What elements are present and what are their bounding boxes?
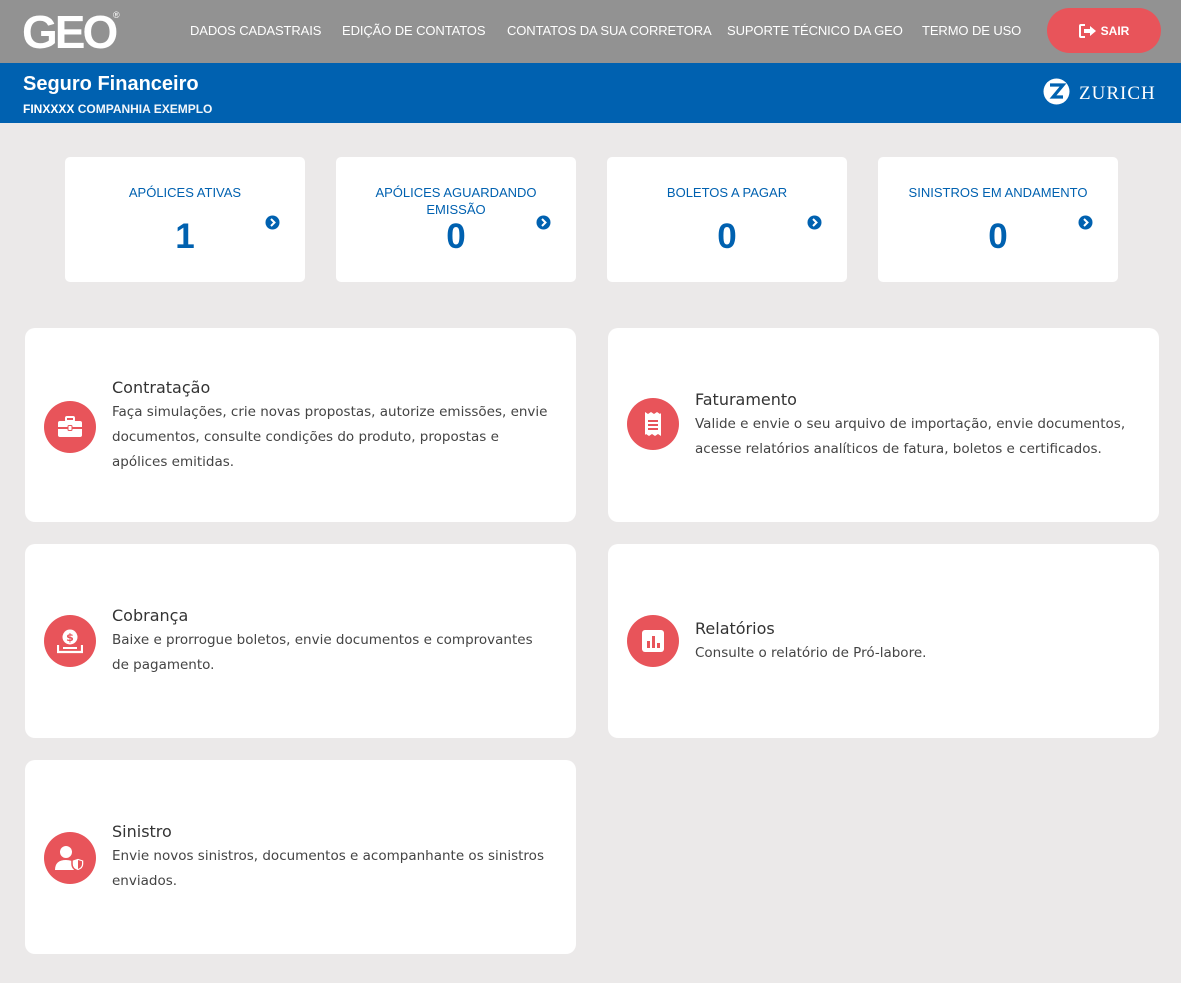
product-code: FINXXXX <box>23 102 75 116</box>
chevron-right-icon[interactable] <box>807 215 822 230</box>
logo-text: GEO <box>22 6 116 54</box>
feature-title: Cobrança <box>112 606 189 625</box>
feature-description: Envie novos sinistros, documentos e acom… <box>112 848 544 889</box>
user-shield-icon <box>44 832 96 884</box>
zurich-logo: ZURICH <box>1043 78 1156 110</box>
policy-subtitle: FINXXXX COMPANHIA EXEMPLO <box>23 102 212 116</box>
stat-label: BOLETOS A PAGAR <box>666 185 788 200</box>
nav-item-dados-cadastrais[interactable]: DADOS CADASTRAIS <box>190 23 321 38</box>
stat-label: APÓLICES AGUARDANDO EMISSÃO <box>375 185 537 217</box>
feature-title: Relatórios <box>695 619 775 638</box>
nav-item-contatos-corretora[interactable]: CONTATOS DA SUA CORRETORA <box>507 23 712 38</box>
briefcase-icon <box>44 401 96 453</box>
feature-title: Faturamento <box>695 390 797 409</box>
feature-description: Valide e envie o seu arquivo de importaç… <box>695 416 1126 457</box>
stat-card-apolices-aguardando[interactable]: APÓLICES AGUARDANDO EMISSÃO 0 <box>336 157 576 282</box>
stat-card-boletos-pagar[interactable]: BOLETOS A PAGAR 0 <box>607 157 847 282</box>
feature-card-contratacao[interactable]: Contratação Faça simulações, crie novas … <box>25 328 576 522</box>
stat-label: SINISTROS EM ANDAMENTO <box>908 185 1088 200</box>
feature-card-faturamento[interactable]: Faturamento Valide e envie o seu arquivo… <box>608 328 1159 522</box>
feature-description: Baixe e prorrogue boletos, envie documen… <box>112 632 533 673</box>
chevron-right-icon[interactable] <box>265 215 280 230</box>
stat-card-sinistros-andamento[interactable]: SINISTROS EM ANDAMENTO 0 <box>878 157 1118 282</box>
feature-card-relatorios[interactable]: Relatórios Consulte o relatório de Pró-l… <box>608 544 1159 738</box>
nav-item-edicao-contatos[interactable]: EDIÇÃO DE CONTATOS <box>342 23 485 38</box>
feature-title: Sinistro <box>112 822 172 841</box>
geo-logo[interactable]: GEO ® <box>22 6 122 56</box>
receipt-icon <box>627 398 679 450</box>
nav-item-termo-uso[interactable]: TERMO DE USO <box>922 23 1021 38</box>
feature-card-sinistro[interactable]: Sinistro Envie novos sinistros, document… <box>25 760 576 954</box>
brand-name: ZURICH <box>1079 83 1156 104</box>
top-nav: GEO ® DADOS CADASTRAIS EDIÇÃO DE CONTATO… <box>0 0 1181 63</box>
chevron-right-icon[interactable] <box>1078 215 1093 230</box>
company-name: COMPANHIA EXEMPLO <box>77 102 213 116</box>
nav-item-suporte-tecnico[interactable]: SUPORTE TÉCNICO DA GEO <box>727 23 903 38</box>
logout-button[interactable]: SAIR <box>1047 8 1161 53</box>
stat-label: APÓLICES ATIVAS <box>128 185 242 200</box>
feature-title: Contratação <box>112 378 211 397</box>
money-tray-icon: $ <box>44 615 96 667</box>
page-title: Seguro Financeiro <box>23 73 199 95</box>
chevron-right-icon[interactable] <box>536 215 551 230</box>
feature-card-cobranca[interactable]: $ Cobrança Baixe e prorrogue boletos, en… <box>25 544 576 738</box>
zurich-z-icon <box>1043 78 1070 110</box>
stat-card-apolices-ativas[interactable]: APÓLICES ATIVAS 1 <box>65 157 305 282</box>
feature-description: Consulte o relatório de Pró-labore. <box>695 645 927 661</box>
svg-text:$: $ <box>66 631 74 644</box>
bar-chart-icon <box>627 615 679 667</box>
feature-description: Faça simulações, crie novas propostas, a… <box>112 404 548 470</box>
logout-label: SAIR <box>1100 23 1130 38</box>
registered-mark: ® <box>113 10 120 20</box>
product-header: Seguro Financeiro FINXXXX COMPANHIA EXEM… <box>0 63 1181 123</box>
sign-out-icon <box>1078 23 1097 38</box>
